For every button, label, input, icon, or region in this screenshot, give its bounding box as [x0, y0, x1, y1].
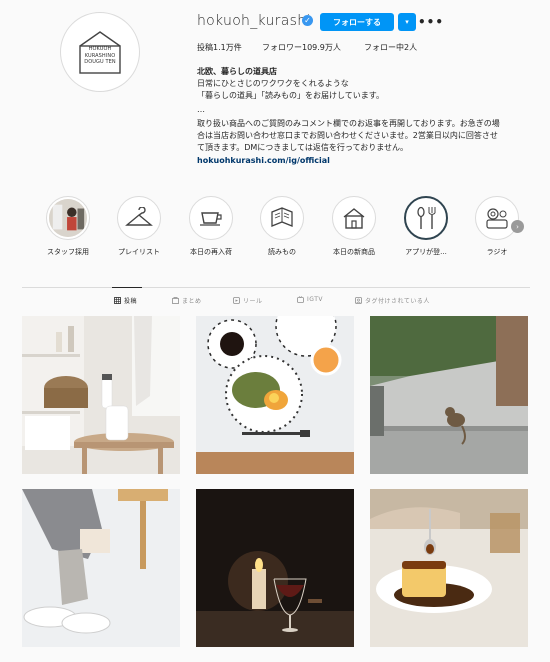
- highlight-app[interactable]: アプリが登...: [398, 196, 454, 257]
- active-tab-indicator: [112, 287, 142, 288]
- tab-label: リール: [243, 298, 263, 305]
- tab-posts[interactable]: 投稿: [114, 296, 137, 305]
- tab-tagged[interactable]: タグ付けされている人: [355, 296, 430, 305]
- profile-avatar[interactable]: HOKUOH KURASHINO DOUGU TEN: [60, 12, 140, 92]
- cutlery-icon: [408, 200, 444, 236]
- highlight-label: プレイリスト: [118, 248, 160, 256]
- tab-label: まとめ: [182, 298, 202, 305]
- staff-photo-icon: [49, 199, 87, 237]
- follow-button[interactable]: フォローする: [320, 13, 394, 31]
- highlight-label: スタッフ採用: [47, 248, 89, 256]
- highlight-label: ラジオ: [486, 248, 508, 256]
- highlight-label: 本日の新商品: [333, 248, 375, 256]
- post-tile-slippers[interactable]: [22, 489, 180, 647]
- highlight-new-items[interactable]: 本日の新商品: [326, 196, 382, 257]
- tab-collections[interactable]: まとめ: [172, 296, 202, 305]
- tab-label: タグ付けされている人: [365, 298, 430, 305]
- posts-count: 投稿1.1万件: [197, 43, 242, 52]
- reels-icon: [233, 297, 240, 304]
- igtv-icon: [297, 296, 304, 303]
- grid-icon: [114, 297, 121, 304]
- post-tile-steamer[interactable]: [22, 316, 180, 474]
- highlight-staff[interactable]: スタッフ採用: [40, 196, 96, 257]
- highlight-label: 読みもの: [268, 248, 296, 256]
- profile-username: hokuoh_kurashi: [197, 13, 311, 29]
- post-tile-breakfast[interactable]: [196, 316, 354, 474]
- tab-igtv[interactable]: IGTV: [297, 296, 323, 303]
- post-tile-candle-wine[interactable]: [196, 489, 354, 647]
- radio-icon: [478, 199, 516, 237]
- profile-website-link[interactable]: hokuohkurashi.com/ig/official: [197, 156, 330, 165]
- post-tile-pudding[interactable]: [370, 489, 528, 647]
- tabs-divider: [22, 287, 530, 288]
- bio-line: 「暮らしの道具」「読みもの」をお届けしています。: [197, 91, 384, 100]
- hanger-icon: [120, 199, 158, 237]
- profile-display-name: 北欧、暮らしの道具店: [197, 67, 277, 76]
- bio-line: て頂きます。DMにつきましては返信を行っておりません。: [197, 143, 408, 152]
- highlight-articles[interactable]: 読みもの: [254, 196, 310, 257]
- bio-line: 取り扱い商品へのご質問のみコメント欄でのお返事を再開しております。お急ぎの場: [197, 119, 500, 128]
- verified-badge-icon: ✓: [302, 15, 313, 26]
- more-options-icon[interactable]: •••: [418, 13, 443, 31]
- cup-icon: [192, 199, 230, 237]
- suggested-dropdown-button[interactable]: ▾: [398, 13, 416, 31]
- tagged-icon: [355, 297, 362, 304]
- tab-label: IGTV: [307, 296, 323, 303]
- house-icon: [335, 199, 373, 237]
- bio-line: 合は当店お問い合わせ窓口までお問い合わせくださいませ。2営業日以内に回答させ: [197, 131, 498, 140]
- post-tile-cat[interactable]: [370, 316, 528, 474]
- highlights-next-button[interactable]: ›: [511, 220, 524, 233]
- highlight-restock[interactable]: 本日の再入荷: [183, 196, 239, 257]
- followers-count[interactable]: フォロワー109.9万人: [262, 42, 341, 53]
- tab-reels[interactable]: リール: [233, 296, 263, 305]
- shop-logo: HOKUOH KURASHINO DOUGU TEN: [77, 30, 123, 74]
- bio-line: 日常にひとさじのワクワクをくれるような: [197, 79, 349, 88]
- highlight-playlist[interactable]: プレイリスト: [111, 196, 167, 257]
- collection-icon: [172, 297, 179, 304]
- book-icon: [263, 199, 301, 237]
- highlight-label: アプリが登...: [405, 248, 447, 256]
- following-count[interactable]: フォロー中2人: [364, 42, 417, 53]
- highlight-label: 本日の再入荷: [190, 248, 232, 256]
- tab-label: 投稿: [124, 298, 138, 305]
- bio-line: …: [197, 105, 205, 114]
